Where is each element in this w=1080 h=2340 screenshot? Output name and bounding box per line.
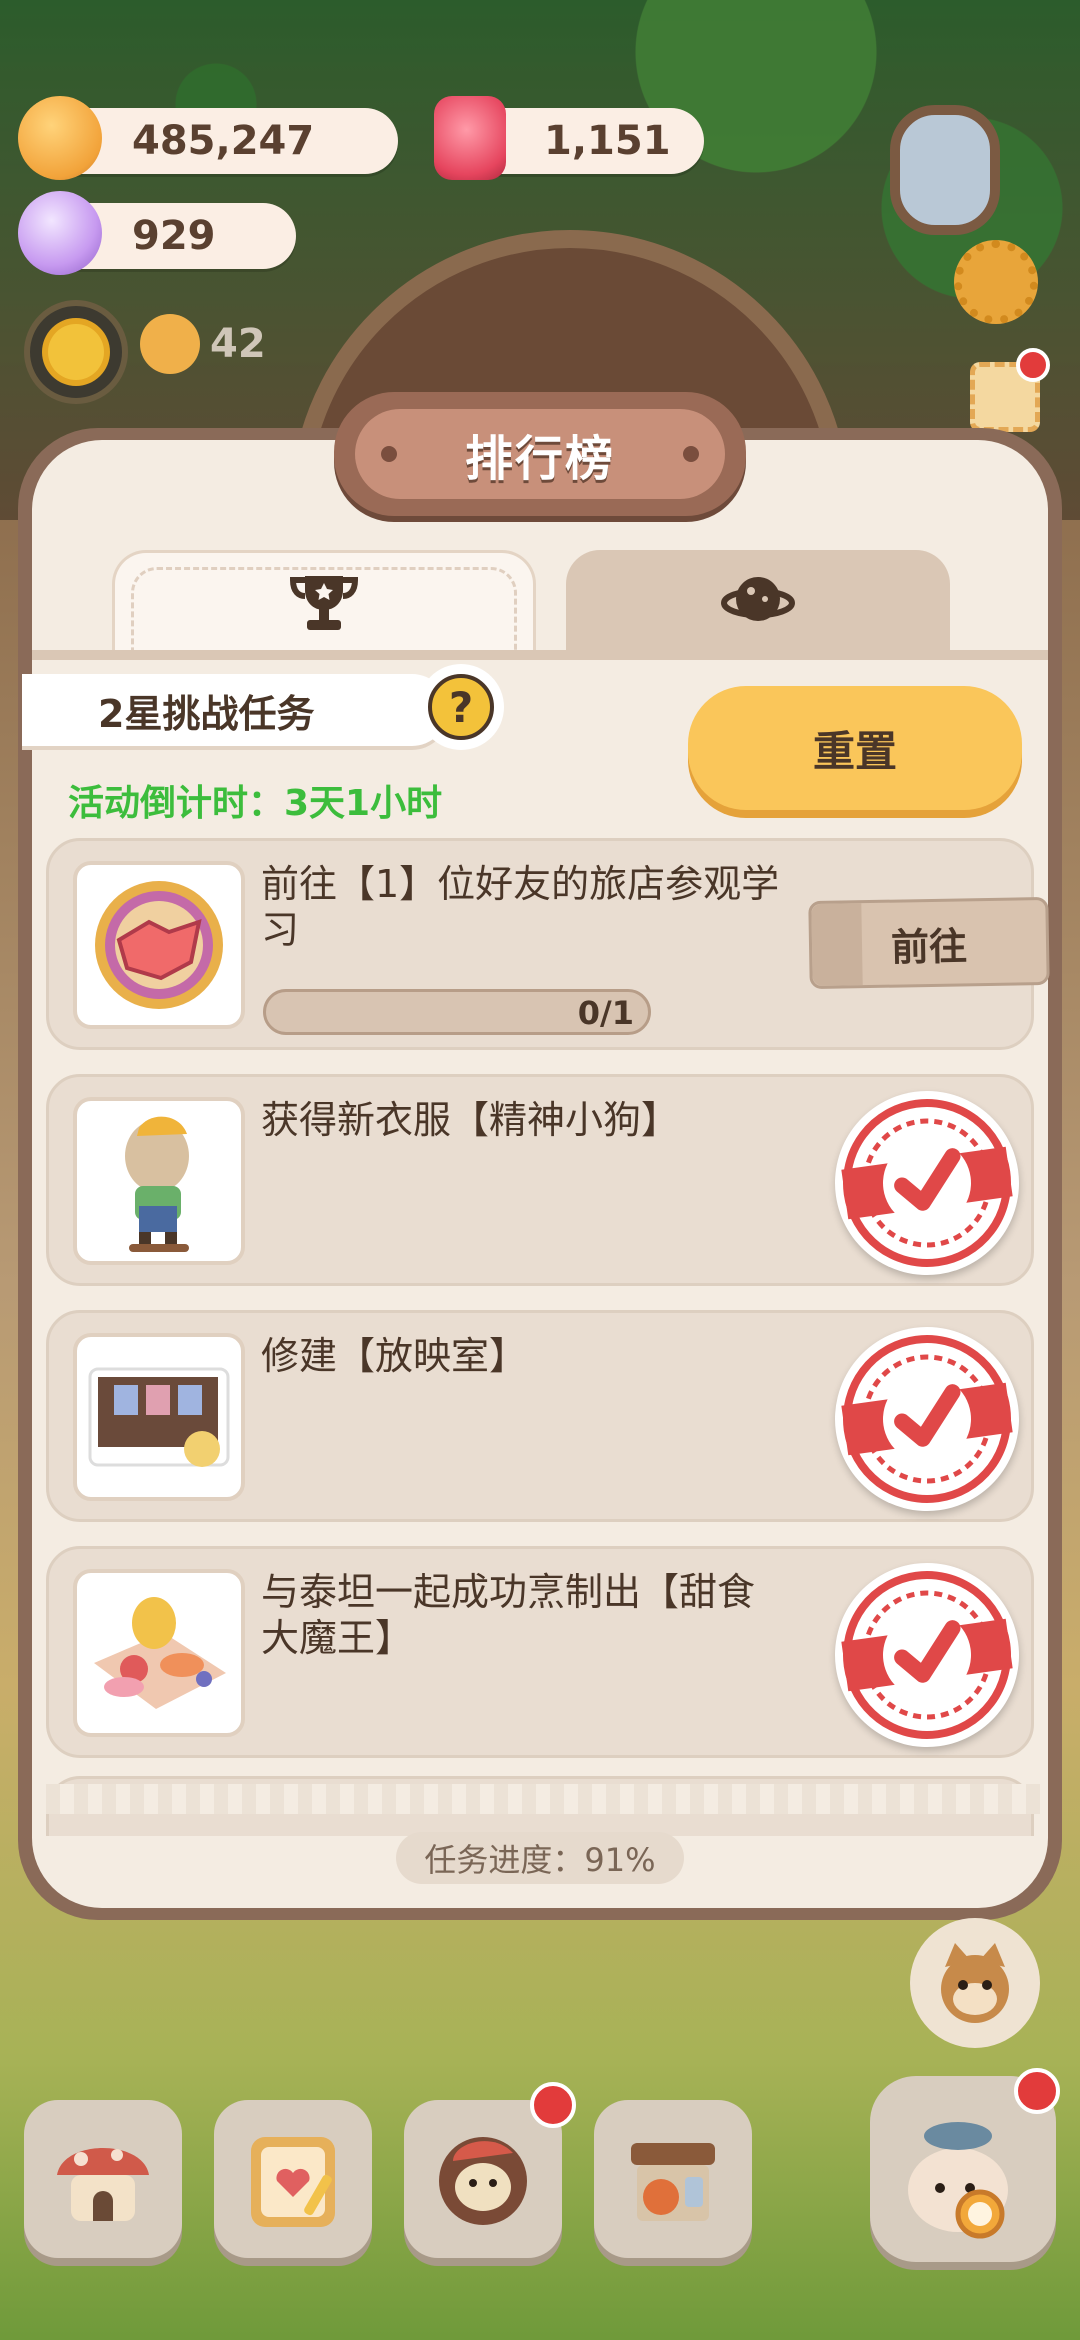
tab-planet[interactable] [566,550,950,652]
go-button-label: 前往 [890,923,968,970]
chef-notification-badge [530,2082,576,2128]
outfit-icon [73,1097,245,1265]
question-mark-icon: ? [428,674,494,740]
tab-trophy[interactable] [112,550,536,655]
task-progress-bar: 0/1 [263,989,651,1035]
completed-stamp-icon [823,1315,1031,1523]
settings-gear-icon[interactable] [954,240,1038,324]
notebook-icon [251,2137,335,2227]
cookie-counter[interactable]: 485,247 [18,96,398,180]
alarm-notification-badge [1014,2068,1060,2114]
event-countdown: 活动倒计时：3天1小时 [68,783,443,824]
task-row: 前往【1】位好友的旅店参观学习 0/1 前往 [46,838,1050,1050]
round-window [890,105,1000,235]
gem-count: 929 [132,213,216,259]
gem-counter[interactable]: 929 [18,191,296,275]
house-icon [57,2148,149,2221]
challenge-label: 2星挑战任务 [22,674,448,746]
panel-title-plaque: 排行榜 [334,392,746,516]
list-fade-edge [32,1784,1048,1814]
fox-icon [941,1943,1009,2023]
candle-count: 1,151 [544,118,671,164]
task-description: 修建【放映室】 [261,1334,528,1378]
task-row: 与泰坦一起成功烹制出【甜食大魔王】 [46,1546,1034,1759]
task-description: 前往【1】位好友的旅店参观学习 [261,862,780,952]
go-button[interactable]: 前往 [808,896,1050,990]
task-description: 与泰坦一起成功烹制出【甜食大魔王】 [261,1570,756,1660]
sun-icon [48,324,104,380]
shop-button[interactable] [594,2100,752,2258]
task-row: 修建【放映室】 [46,1310,1034,1523]
cookie-count: 485,247 [132,118,315,164]
overall-task-progress: 任务进度：91% [396,1832,684,1884]
chef-button[interactable] [404,2100,562,2258]
character-face-icon [140,314,200,374]
handshake-icon [73,861,245,1029]
fox-helper-button[interactable] [910,1918,1040,2048]
weather-button[interactable] [24,300,128,404]
completed-stamp-icon [823,1079,1031,1287]
task-description: 获得新衣服【精神小狗】 [261,1098,680,1142]
notebook-button[interactable] [214,2100,372,2258]
screening-room-icon [73,1333,245,1501]
notification-badge [1016,348,1050,382]
chef-icon [439,2137,527,2225]
candle-counter[interactable]: 1,151 [434,96,704,180]
help-button[interactable]: ? [418,664,504,750]
gem-icon [18,191,102,275]
house-button[interactable] [24,2100,182,2258]
cookie-icon [18,96,102,180]
level-number: 42 [210,321,266,367]
plaque-rivet [683,446,699,462]
level-indicator: 42 [140,308,280,380]
candle-icon [434,96,506,180]
tab-divider [32,650,1048,660]
planet-icon [721,577,795,621]
alarm-fish-icon [908,2122,1008,2239]
plaque-rivet [381,446,397,462]
task-row: 获得新衣服【精神小狗】 [46,1074,1034,1287]
dessert-icon [73,1569,245,1737]
shop-icon [631,2143,715,2221]
reset-button[interactable]: 重置 [688,686,1022,810]
panel-title: 排行榜 [464,431,615,487]
completed-stamp-icon [823,1551,1031,1759]
task-progress-text: 0/1 [577,994,634,1032]
